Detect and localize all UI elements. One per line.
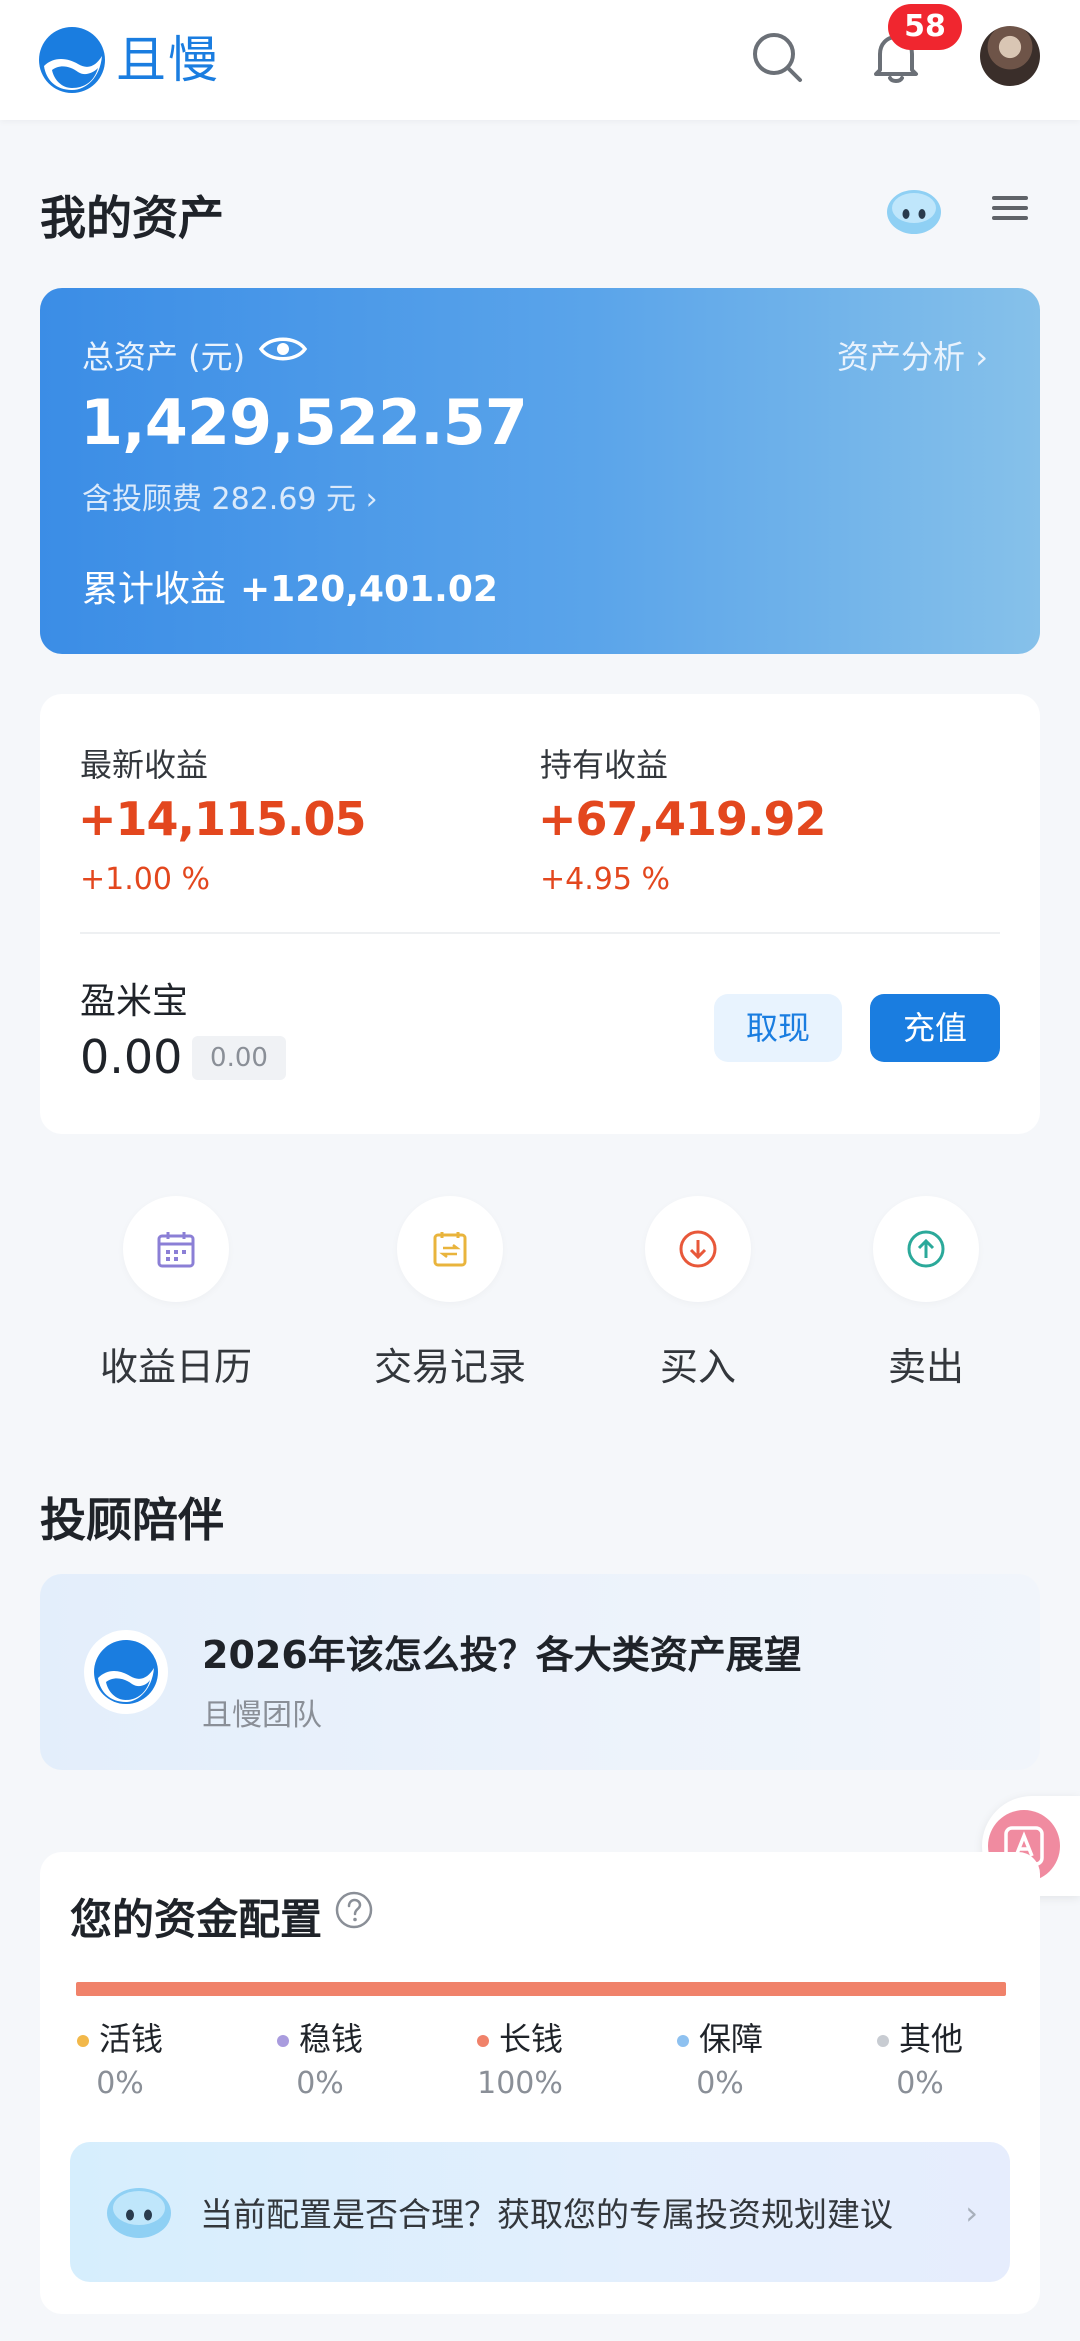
total-assets-label: 总资产 (元) [82, 338, 246, 376]
menu-icon[interactable] [990, 190, 1030, 230]
assistant-mascot-icon[interactable] [884, 186, 944, 238]
allocation-bar [76, 1982, 1006, 1996]
article-author: 且慢团队 [202, 1698, 322, 1733]
legend-dot [676, 2035, 689, 2047]
eye-icon[interactable] [258, 332, 308, 366]
legend-pct: 0% [896, 2066, 944, 2101]
planning-advice-banner[interactable]: 当前配置是否合理？获取您的专属投资规划建议 › [70, 2142, 1010, 2282]
quick-action-label: 交易记录 [373, 1345, 526, 1389]
avatar[interactable] [980, 26, 1040, 86]
advisor-title: 投顾陪伴 [40, 1493, 224, 1547]
quick-action-income-calendar[interactable]: 收益日历 [66, 1196, 286, 1396]
legend-dot [876, 2035, 889, 2047]
quick-action-transactions[interactable]: 交易记录 [340, 1196, 560, 1396]
fund-allocation-card: 您的资金配置 活钱 0% 稳钱 0% 长钱 100% 保障 0% 其他 0% 当… [40, 1852, 1040, 2314]
upload-arrow-icon [873, 1196, 979, 1302]
holding-income-label: 持有收益 [540, 746, 669, 784]
holding-income-pct: +4.95 % [540, 862, 670, 897]
receipt-icon [397, 1196, 503, 1302]
yingmibao-label: 盈米宝 [80, 981, 189, 1022]
legend-name: 其他 [898, 2020, 963, 2058]
yingmibao-chip: 0.00 [192, 1036, 286, 1080]
advisory-fee-link[interactable]: 含投顾费 282.69 元 › [82, 474, 378, 518]
brand-logo-icon[interactable] [38, 26, 106, 94]
legend-item: 活钱 0% [40, 2014, 200, 2101]
asset-analysis-link[interactable]: 资产分析 › [837, 332, 988, 378]
total-assets-value: 1,429,522.57 [80, 386, 528, 459]
legend-pct: 0% [96, 2066, 144, 2101]
top-bar: 且慢 58 [0, 0, 1080, 120]
search-icon[interactable] [748, 28, 808, 88]
legend-dot [276, 2035, 289, 2047]
legend-name: 活钱 [98, 2020, 163, 2058]
quick-action-label: 卖出 [887, 1345, 964, 1389]
help-icon[interactable] [334, 1890, 374, 1930]
legend-dot [76, 2035, 89, 2047]
assets-title: 我的资产 [40, 191, 224, 245]
legend-pct: 100% [477, 2066, 563, 2101]
assistant-mascot-icon [107, 2188, 171, 2238]
article-title: 2026年该怎么投？各大类资产展望 [202, 1633, 802, 1677]
legend-name: 保障 [698, 2020, 763, 2058]
legend-pct: 0% [296, 2066, 344, 2101]
recharge-button[interactable]: 充值 [870, 994, 1000, 1062]
chevron-right-icon: › [965, 2194, 978, 2232]
latest-income-pct: +1.00 % [80, 862, 210, 897]
quick-action-sell[interactable]: 卖出 [816, 1196, 1036, 1396]
legend-name: 稳钱 [298, 2020, 363, 2058]
legend-item: 稳钱 0% [240, 2014, 400, 2101]
brand-name: 且慢 [116, 31, 220, 89]
withdraw-button[interactable]: 取现 [714, 994, 842, 1062]
holding-income-value: +67,419.92 [538, 792, 827, 846]
legend-dot [476, 2035, 489, 2047]
allocation-title: 您的资金配置 [70, 1895, 323, 1944]
quick-action-buy[interactable]: 买入 [588, 1196, 808, 1396]
legend-item: 其他 0% [840, 2014, 1000, 2101]
advisor-article-card[interactable]: 2026年该怎么投？各大类资产展望 且慢团队 [40, 1574, 1040, 1770]
cumulative-income-label: 累计收益 [82, 569, 227, 610]
cumulative-income-value: +120,401.02 [240, 569, 498, 610]
cumulative-income: 累计收益 +120,401.02 [82, 560, 498, 612]
yingmibao-value: 0.00 [80, 1030, 183, 1084]
download-arrow-icon [645, 1196, 751, 1302]
calendar-icon [123, 1196, 229, 1302]
divider [80, 932, 1000, 934]
legend-item: 保障 0% [640, 2014, 800, 2101]
team-logo-icon [84, 1630, 168, 1714]
total-assets-card[interactable]: 总资产 (元) 资产分析 › 1,429,522.57 含投顾费 282.69 … [40, 288, 1040, 654]
latest-income-value: +14,115.05 [78, 792, 367, 846]
legend-pct: 0% [696, 2066, 744, 2101]
latest-income-label: 最新收益 [80, 746, 209, 784]
quick-action-label: 买入 [659, 1345, 736, 1389]
notification-badge: 58 [888, 4, 962, 50]
legend-item: 长钱 100% [440, 2014, 600, 2101]
quick-action-label: 收益日历 [99, 1345, 252, 1389]
income-card: 最新收益 +14,115.05 +1.00 % 持有收益 +67,419.92 … [40, 694, 1040, 1134]
advice-text: 当前配置是否合理？获取您的专属投资规划建议 [200, 2195, 893, 2234]
legend-name: 长钱 [498, 2020, 563, 2058]
